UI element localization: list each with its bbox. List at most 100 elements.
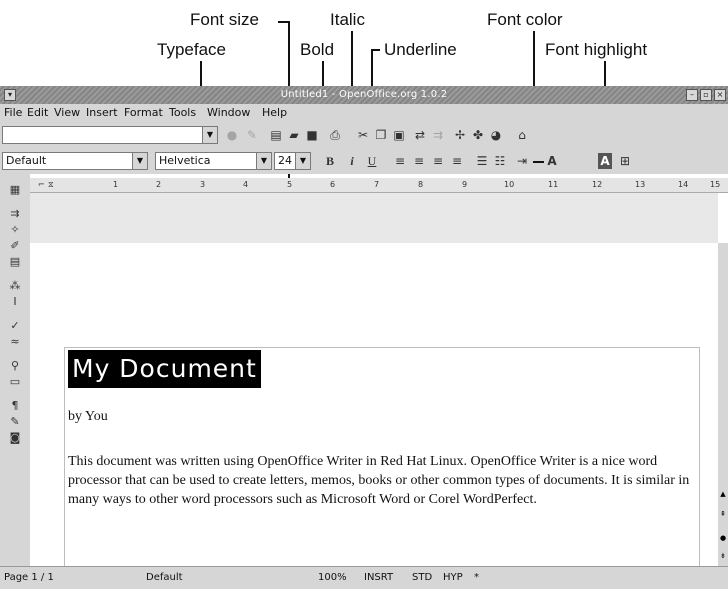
paste-icon[interactable]: ▣ [391,127,407,143]
ruler-tick: 6 [330,180,336,189]
cut-icon[interactable]: ✂ [355,127,371,143]
data-source-icon[interactable]: ▭ [6,374,24,390]
menu-format[interactable]: Format [124,104,163,122]
save-icon[interactable]: ■ [304,127,320,143]
callout-font-color: Font color [487,10,563,29]
indent-icon[interactable]: ⇥ [514,153,530,169]
status-zoom[interactable]: 100% [318,567,347,589]
status-page-style[interactable]: Default [146,567,183,589]
edit-autotext-icon[interactable]: ⁂ [6,278,24,294]
callout-italic: Italic [330,10,365,29]
edit-file-icon: ✎ [246,128,258,142]
callout-font-color-leader [533,161,544,163]
callout-underline: Underline [384,40,457,59]
ruler-tick: 7 [374,180,380,189]
callout-underline-leader [371,49,380,51]
window-title: Untitled1 - OpenOffice.org 1.0.2 [280,89,448,100]
undo-icon[interactable]: ⇄ [412,127,428,143]
paragraph-style-combo[interactable]: Default ▼ [2,152,148,170]
chevron-down-icon[interactable]: ▼ [256,153,271,169]
align-right-icon[interactable]: ≡ [430,153,446,169]
ruler-tick: 13 [635,180,646,189]
background-color-icon[interactable]: ⊞ [617,153,633,169]
stop-icon: ● [226,128,238,142]
chevron-down-icon[interactable]: ▼ [295,153,310,169]
bold-button[interactable]: B [322,153,338,169]
font-highlight-button[interactable]: A [598,153,612,169]
ruler-tick: 15 [710,180,721,189]
insert-object-icon[interactable]: ✧ [6,222,24,238]
document-body[interactable]: This document was written using OpenOffi… [68,452,698,509]
spellcheck-icon[interactable]: ✓ [6,318,24,334]
data-sources-icon[interactable]: ◕ [488,127,504,143]
insert-table-icon[interactable]: ▦ [6,182,24,198]
ruler-tick: 1 [113,180,119,189]
nonprinting-chars-icon[interactable]: ¶ [6,398,24,414]
status-hyperlink-mode[interactable]: HYP [443,567,463,589]
copy-icon[interactable]: ❐ [373,127,389,143]
url-combo[interactable]: ▼ [2,126,218,144]
redo-icon: ⇉ [432,128,444,142]
callout-font-size: Font size [190,10,259,29]
previous-page-icon[interactable]: ⇞ [719,511,727,531]
minimize-icon[interactable]: – [686,89,698,101]
ruler-tick: 5 [287,180,293,189]
typeface-combo[interactable]: Helvetica ▼ [155,152,272,170]
italic-button[interactable]: i [344,153,360,169]
new-document-icon[interactable]: ▤ [268,127,284,143]
document-byline[interactable]: by You [68,409,108,425]
justify-icon[interactable]: ≡ [449,153,465,169]
numbering-icon[interactable]: ☰ [474,153,490,169]
align-center-icon[interactable]: ≡ [411,153,427,169]
font-size-combo[interactable]: 24 ▼ [274,152,311,170]
ruler-tick: 3 [200,180,206,189]
font-color-button[interactable]: A [544,153,560,169]
ruler-tick: 12 [592,180,603,189]
text-cursor-icon[interactable]: Ⅰ [6,294,24,310]
graphics-off-icon[interactable]: ◙ [6,430,24,446]
paragraph-style-value: Default [6,154,47,167]
menu-window[interactable]: Window [207,104,250,122]
status-page: Page 1 / 1 [4,572,54,583]
ruler-tick: 8 [418,180,424,189]
callout-font-highlight: Font highlight [545,40,648,59]
typeface-value: Helvetica [159,154,211,167]
close-icon[interactable]: × [714,89,726,101]
toolbar-area: ▼ ● ✎ ▤ ▰ ■ ⎙ ✂ ❐ ▣ ⇄ ⇉ ✢ ✤ ◕ ⌂ Default … [0,122,728,174]
menu-file[interactable]: File [4,104,22,122]
chevron-down-icon[interactable]: ▼ [132,153,147,169]
online-layout-icon[interactable]: ✎ [6,414,24,430]
open-folder-icon[interactable]: ▰ [286,127,302,143]
underline-button[interactable]: U [364,153,380,169]
menu-edit[interactable]: Edit [27,104,48,122]
gallery-icon[interactable]: ⌂ [514,127,530,143]
indent-marker-icon[interactable]: ⧖ [48,178,54,192]
menu-tools[interactable]: Tools [169,104,196,122]
menu-view[interactable]: View [54,104,80,122]
navigation-icon[interactable]: ● [719,535,727,549]
print-icon[interactable]: ⎙ [327,127,343,143]
insert-fields-icon[interactable]: ⇉ [6,206,24,222]
menu-insert[interactable]: Insert [86,104,118,122]
find-replace-icon[interactable]: ⚲ [6,358,24,374]
autospellcheck-icon[interactable]: ≈ [6,334,24,350]
bullets-icon[interactable]: ☷ [492,153,508,169]
vertical-scrollbar[interactable]: ▲ ⇞ ● ⇟ [718,243,728,577]
window-titlebar[interactable]: ▾ Untitled1 - OpenOffice.org 1.0.2 – ▫ × [0,86,728,104]
form-functions-icon[interactable]: ▤ [6,254,24,270]
ruler-tick: 14 [678,180,689,189]
chevron-down-icon[interactable]: ▼ [202,127,217,143]
status-selection-mode[interactable]: STD [412,567,432,589]
navigator-icon[interactable]: ✢ [452,127,468,143]
tab-stop-icon[interactable]: ⌐ [38,178,45,192]
stylist-icon[interactable]: ✤ [470,127,486,143]
status-insert-mode[interactable]: INSRT [364,567,393,589]
align-left-icon[interactable]: ≡ [392,153,408,169]
document-title[interactable]: My Document [68,350,261,388]
draw-functions-icon[interactable]: ✐ [6,238,24,254]
ruler-tick: 2 [156,180,162,189]
maximize-icon[interactable]: ▫ [700,89,712,101]
menu-help[interactable]: Help [262,104,287,122]
horizontal-ruler[interactable]: ⌐ ⧖ 1 2 3 4 5 6 7 8 9 10 11 12 13 14 15 [30,178,728,193]
scroll-up-icon[interactable]: ▲ [719,491,727,505]
